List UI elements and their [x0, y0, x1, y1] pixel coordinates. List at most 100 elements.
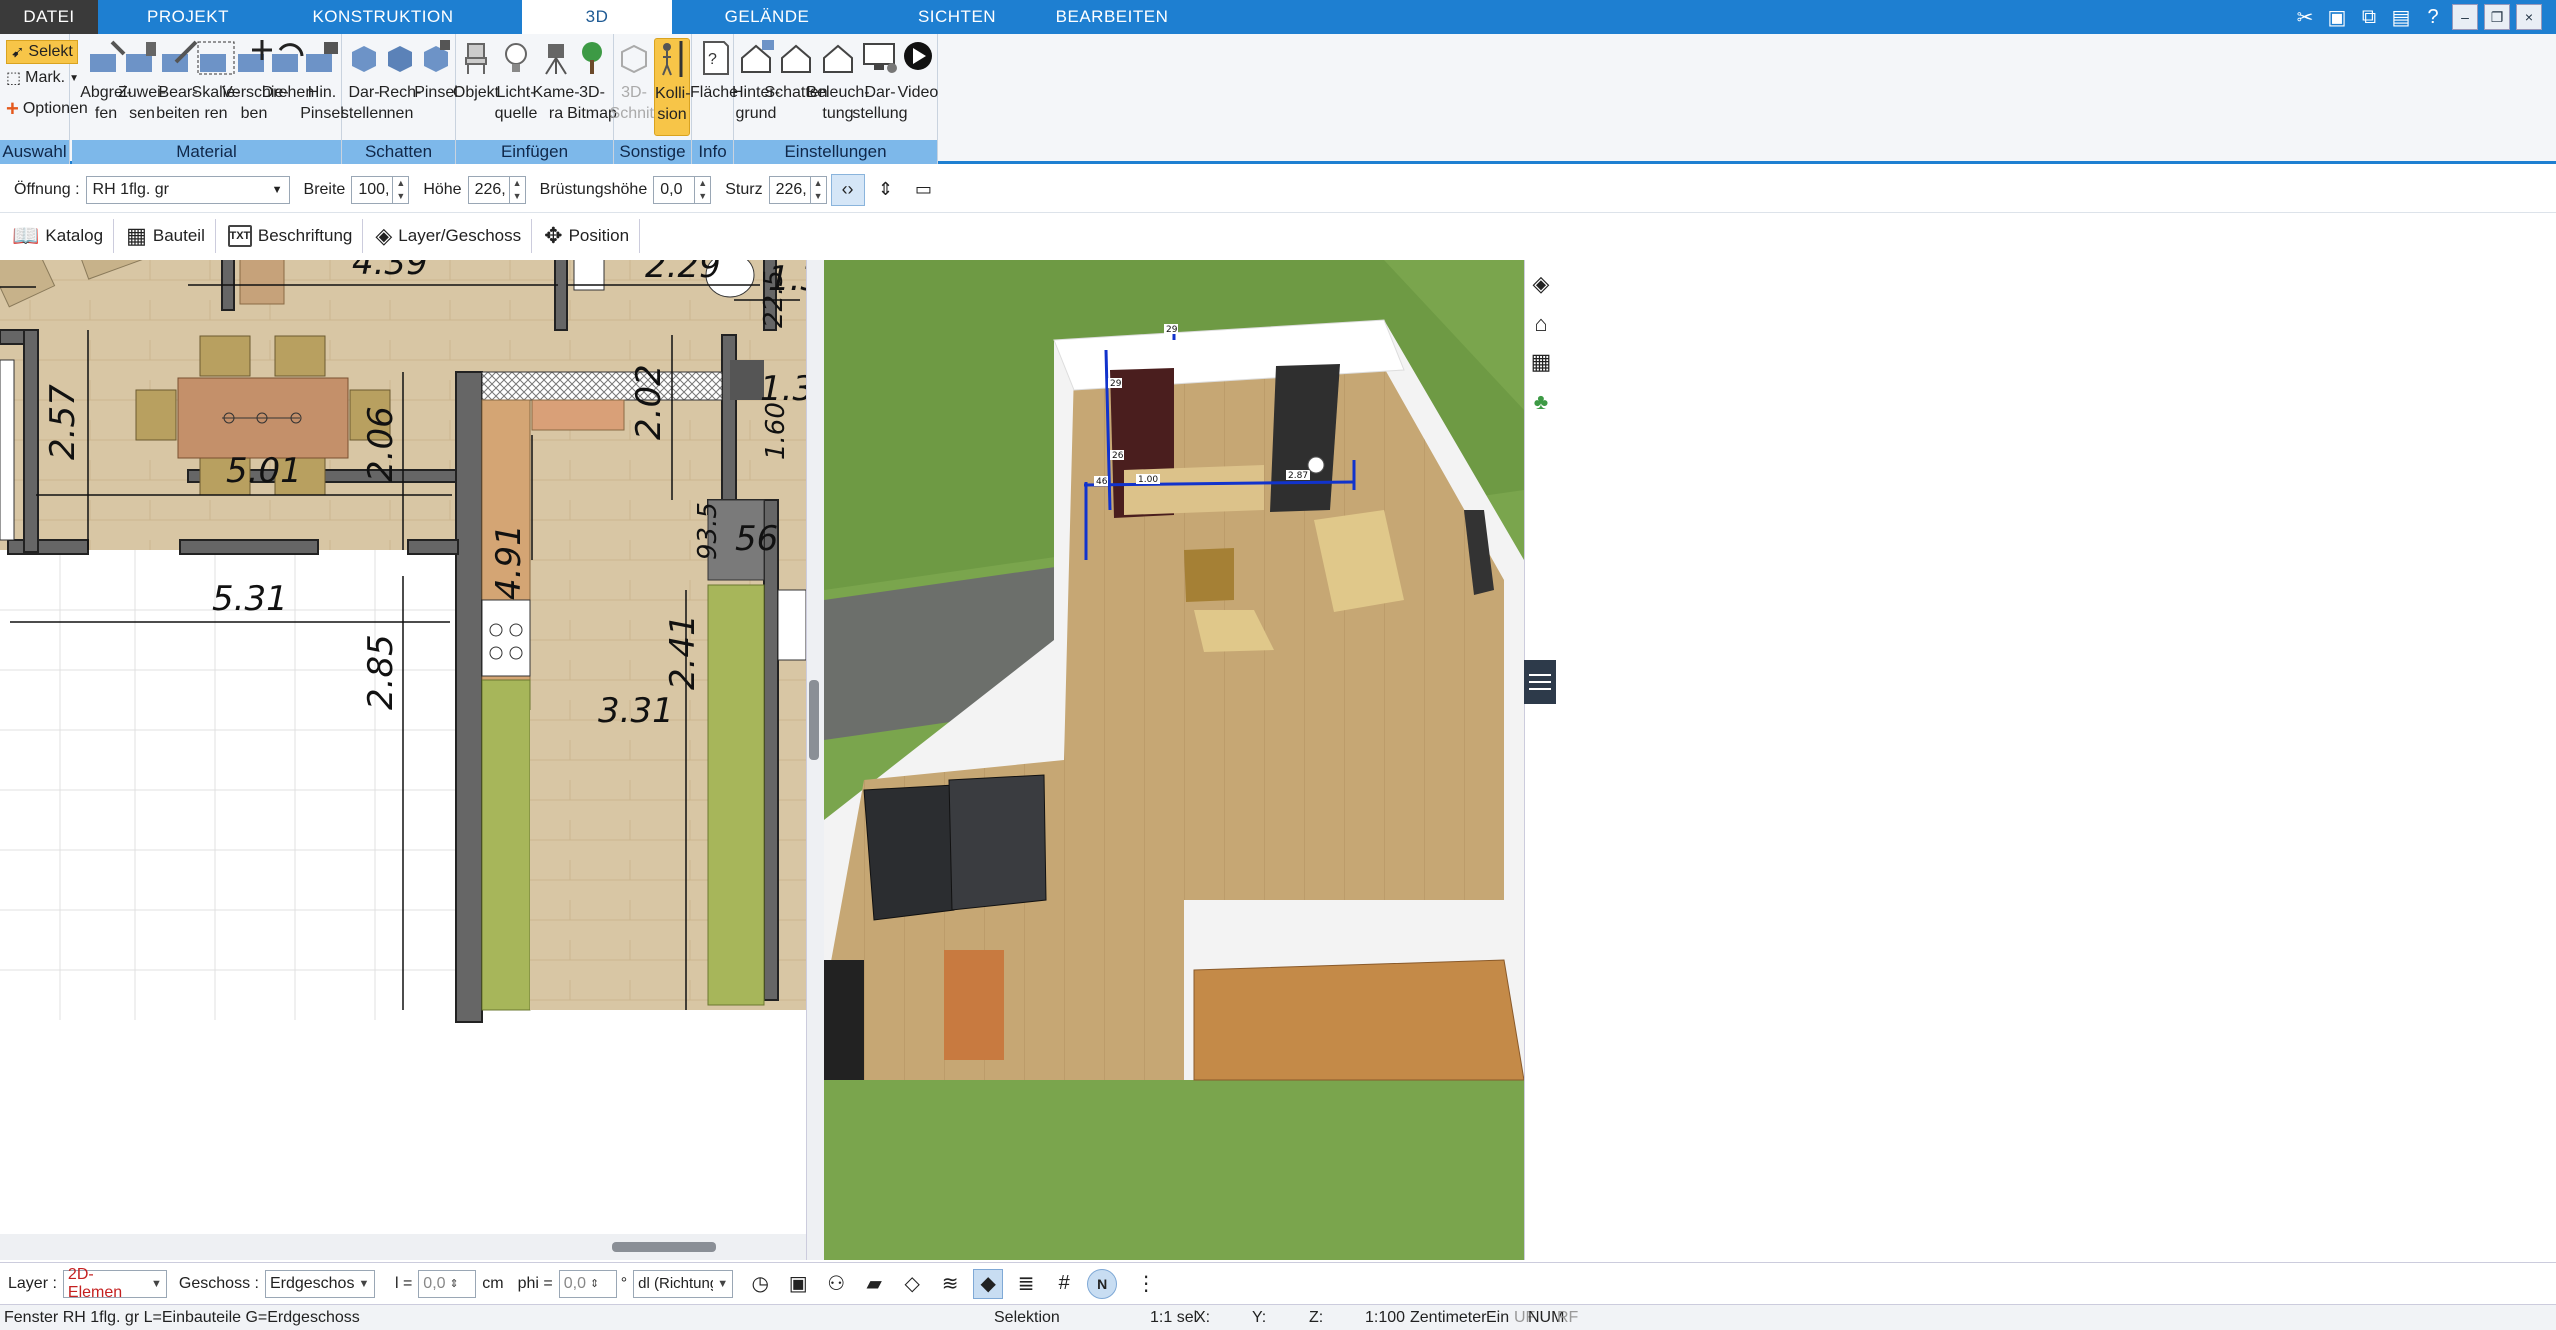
stack-icon[interactable]: ≣	[1011, 1269, 1041, 1299]
plan-vertical-scrollbar[interactable]	[806, 260, 824, 1260]
paint-icon[interactable]: ▰	[859, 1269, 889, 1299]
layer-select[interactable]: 2D-Elemen ▼	[62, 1266, 167, 1301]
ribbon: ➹ Selekt ⬚ Mark. ▼ + Optionen Auswahl Abgrei…	[0, 34, 2556, 164]
north-icon[interactable]: N	[1087, 1268, 1118, 1299]
dim-label: 4.91	[489, 524, 529, 600]
plus-icon: +	[6, 96, 19, 121]
group-einstellungen: Hinter- grund Schatten Beleuch- tung Dar…	[732, 34, 938, 164]
windows-icon[interactable]: ⧉	[2356, 4, 2382, 30]
sill-spinner[interactable]: ▲ ▼	[695, 175, 712, 204]
help-icon[interactable]: ?	[2420, 4, 2446, 30]
text-icon: TXT	[227, 225, 252, 247]
bauteil-button[interactable]: ▦ Bauteil	[116, 219, 216, 253]
right-side-panel: ◈ ⌂ ▦ ♣	[1524, 260, 1556, 1260]
dim-label: 93.5	[693, 502, 723, 560]
dim-label: 4.39	[352, 260, 428, 283]
plan-horizontal-scrollbar[interactable]	[0, 1234, 806, 1260]
group-sonstige: 3D- Schnitt Kolli- sion Sonstige	[610, 34, 692, 164]
tab-bearbeiten[interactable]: BEARBEITEN	[1052, 0, 1172, 34]
cube-icon[interactable]: ▣	[2324, 4, 2350, 30]
tab-datei[interactable]: DATEI	[0, 0, 98, 34]
width-spinner[interactable]: ▲ ▼	[393, 175, 410, 204]
status-bar: Fenster RH 1flg. gr L=Einbauteile G=Erdg…	[0, 1304, 2556, 1330]
mirror-horizontal-icon[interactable]: ‹›	[830, 173, 865, 206]
layout-icon[interactable]: ▤	[2388, 4, 2414, 30]
3d-dim-label: 1.00	[1138, 475, 1158, 485]
panel-collapse-tab[interactable]	[1524, 660, 1556, 704]
down-icon: ▼	[396, 191, 406, 201]
application-window: { "tabs": ["DATEI","PROJEKT","KONSTRUKTI…	[0, 0, 2556, 1330]
katalog-button[interactable]: 📖 Katalog	[2, 219, 115, 253]
floor-plan-view[interactable]: 4.39 2.29 1.37 2.57 5.01 2.06 2.02 1.37 …	[0, 260, 806, 1260]
move-cross-icon: ✥	[544, 223, 563, 248]
clock-icon[interactable]: ◷	[745, 1269, 775, 1299]
plants-panel-icon[interactable]: ♣	[1527, 388, 1555, 416]
lintel-input[interactable]: 226,	[768, 175, 811, 204]
height-spinner[interactable]: ▲ ▼	[509, 175, 526, 204]
screen-icon[interactable]: ▣	[783, 1269, 813, 1299]
sill-label: Brüstungshöhe	[539, 180, 648, 198]
floor-select[interactable]: Erdgeschos ▼	[264, 1269, 375, 1298]
walk-icon[interactable]: ⚇	[821, 1269, 851, 1299]
video-button[interactable]: Video	[886, 38, 950, 103]
width-input[interactable]: 100,	[351, 175, 394, 204]
play-icon	[904, 42, 932, 70]
tab-konstruktion[interactable]: KONSTRUKTION	[278, 0, 488, 34]
floor-label: Geschoss :	[178, 1274, 259, 1292]
more-icon[interactable]: ⋮	[1131, 1269, 1161, 1299]
3d-canvas: 29 29 26 1.00 46 2.87	[824, 260, 1524, 1260]
phi-label: phi =	[517, 1274, 553, 1292]
minimize-button[interactable]: –	[2452, 4, 2478, 30]
furniture-panel-icon[interactable]: ⌂	[1527, 310, 1555, 338]
sill-input[interactable]: 0,0	[653, 175, 696, 204]
height-input[interactable]: 226,	[467, 175, 510, 204]
tab-gelaende[interactable]: GELÄNDE	[672, 0, 862, 34]
3d-dim-label: 29	[1166, 325, 1178, 335]
dim-label: 2.02	[629, 364, 669, 440]
mirror-vertical-icon[interactable]: ⇕	[869, 174, 903, 206]
chevron-down-icon: ▼	[358, 1277, 370, 1290]
mark-icon: ⬚	[6, 70, 22, 87]
window-view-icon[interactable]: ▭	[907, 174, 941, 206]
tab-projekt[interactable]: PROJEKT	[98, 0, 278, 34]
select-button[interactable]: ➹ Selekt	[6, 40, 78, 64]
mesh-icon[interactable]: ≋	[935, 1269, 965, 1299]
chevron-down-icon: ▼	[717, 1277, 729, 1290]
l-input[interactable]: 0,0 ⇕	[418, 1269, 477, 1298]
tab-3d[interactable]: 3D	[522, 0, 672, 34]
l-label: l =	[394, 1274, 413, 1292]
layers-panel-icon[interactable]: ◈	[1527, 270, 1555, 298]
layer-geschoss-button[interactable]: ◈ Layer/Geschoss	[365, 219, 533, 253]
materials-panel-icon[interactable]: ▦	[1527, 348, 1555, 376]
opening-value: RH 1flg. gr	[92, 180, 169, 198]
tab-sichten[interactable]: SICHTEN	[862, 0, 1052, 34]
width-label: Breite	[303, 180, 346, 198]
spin-icon: ⇕	[449, 1278, 459, 1290]
dim-label: 2.57	[43, 384, 83, 460]
plane-icon[interactable]: ◆	[973, 1268, 1004, 1299]
restore-button[interactable]: ❐	[2484, 4, 2510, 30]
phi-input[interactable]: 0,0 ⇕	[558, 1269, 617, 1298]
opening-select[interactable]: RH 1flg. gr ▼	[85, 175, 290, 204]
up-icon: ▲	[698, 178, 708, 188]
direction-select[interactable]: dl (Richtung/Di▼	[633, 1269, 734, 1298]
eraser-icon[interactable]: ◇	[897, 1269, 927, 1299]
l-unit: cm	[482, 1274, 504, 1292]
dim-label: 22.5	[759, 270, 789, 328]
status-rf: RF	[1557, 1309, 1579, 1326]
close-button[interactable]: ×	[2516, 4, 2542, 30]
3d-dim-label: 26	[1112, 451, 1124, 461]
lintel-spinner[interactable]: ▲ ▼	[810, 175, 827, 204]
status-unit: Zentimeter	[1410, 1309, 1487, 1326]
mark-button[interactable]: ⬚ Mark. ▼	[6, 68, 79, 88]
dim-label: 5.01	[226, 451, 302, 491]
scroll-thumb[interactable]	[612, 1242, 716, 1252]
tools-icon[interactable]: ✂	[2292, 4, 2318, 30]
grid-toggle-icon[interactable]: #	[1049, 1269, 1079, 1299]
up-icon: ▲	[512, 178, 522, 188]
group-title-auswahl: Auswahl	[0, 140, 69, 164]
scroll-thumb[interactable]	[809, 680, 819, 760]
position-button[interactable]: ✥ Position	[534, 219, 641, 253]
beschriftung-button[interactable]: TXT Beschriftung	[218, 219, 364, 253]
3d-view[interactable]: 29 29 26 1.00 46 2.87	[824, 260, 1524, 1260]
